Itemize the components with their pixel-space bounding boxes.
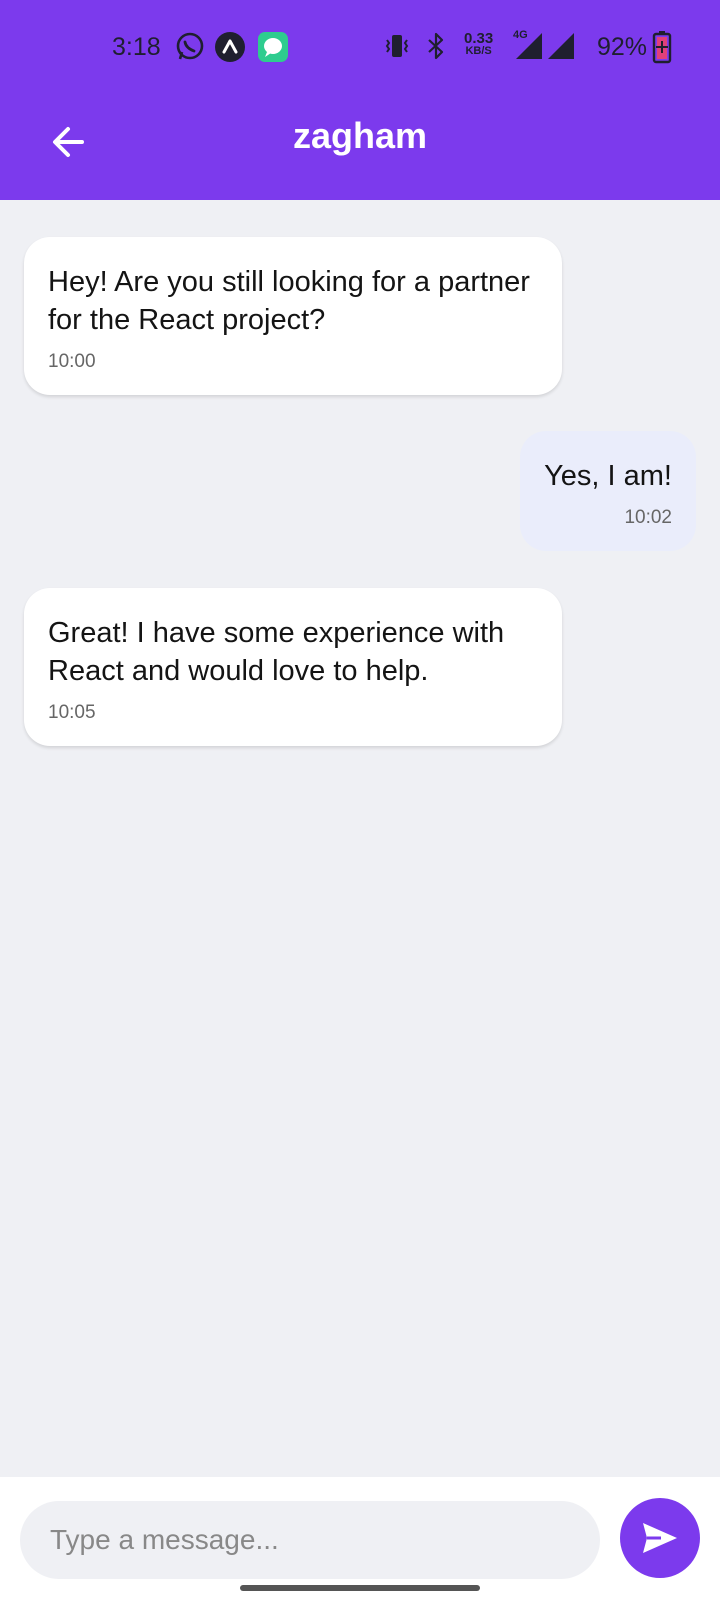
- message-bubble-incoming[interactable]: Hey! Are you still looking for a partner…: [24, 237, 562, 395]
- messages-icon: [257, 31, 289, 68]
- battery-level: 92%: [597, 33, 648, 61]
- message-bubble-incoming[interactable]: Great! I have some experience with React…: [24, 588, 562, 746]
- battery-icon: [652, 30, 672, 69]
- send-button[interactable]: [620, 1498, 700, 1578]
- chat-header: zagham: [0, 92, 720, 200]
- message-time: 10:02: [624, 507, 672, 528]
- status-time: 3:18: [112, 33, 161, 61]
- chat-title: zagham: [292, 115, 428, 156]
- bluetooth-icon: [424, 31, 448, 66]
- signal-icon-2: [546, 31, 576, 66]
- whatsapp-icon: [174, 31, 206, 68]
- message-text: Hey! Are you still looking for a partner…: [48, 266, 530, 336]
- message-input[interactable]: [20, 1501, 600, 1579]
- status-bar: 3:18 0.33 KB/S 4G 92%: [0, 0, 720, 92]
- send-icon: [643, 1523, 677, 1553]
- message-time: 10:05: [48, 702, 96, 723]
- message-bubble-outgoing[interactable]: Yes, I am! 10:02: [520, 431, 696, 551]
- home-indicator: [240, 1585, 480, 1591]
- app-bar: 3:18 0.33 KB/S 4G 92% zagham: [0, 0, 720, 200]
- chat-screen: 3:18 0.33 KB/S 4G 92% zagham Hey! Are yo…: [0, 0, 720, 1600]
- vibrate-icon: [382, 31, 412, 66]
- message-text: Great! I have some experience with React…: [48, 617, 505, 687]
- message-text: Yes, I am!: [544, 460, 672, 492]
- signal-icon: [514, 31, 544, 66]
- app-notification-icon: [214, 31, 246, 68]
- network-speed: 0.33 KB/S: [464, 30, 494, 57]
- message-composer: [0, 1477, 720, 1600]
- message-time: 10:00: [48, 351, 96, 372]
